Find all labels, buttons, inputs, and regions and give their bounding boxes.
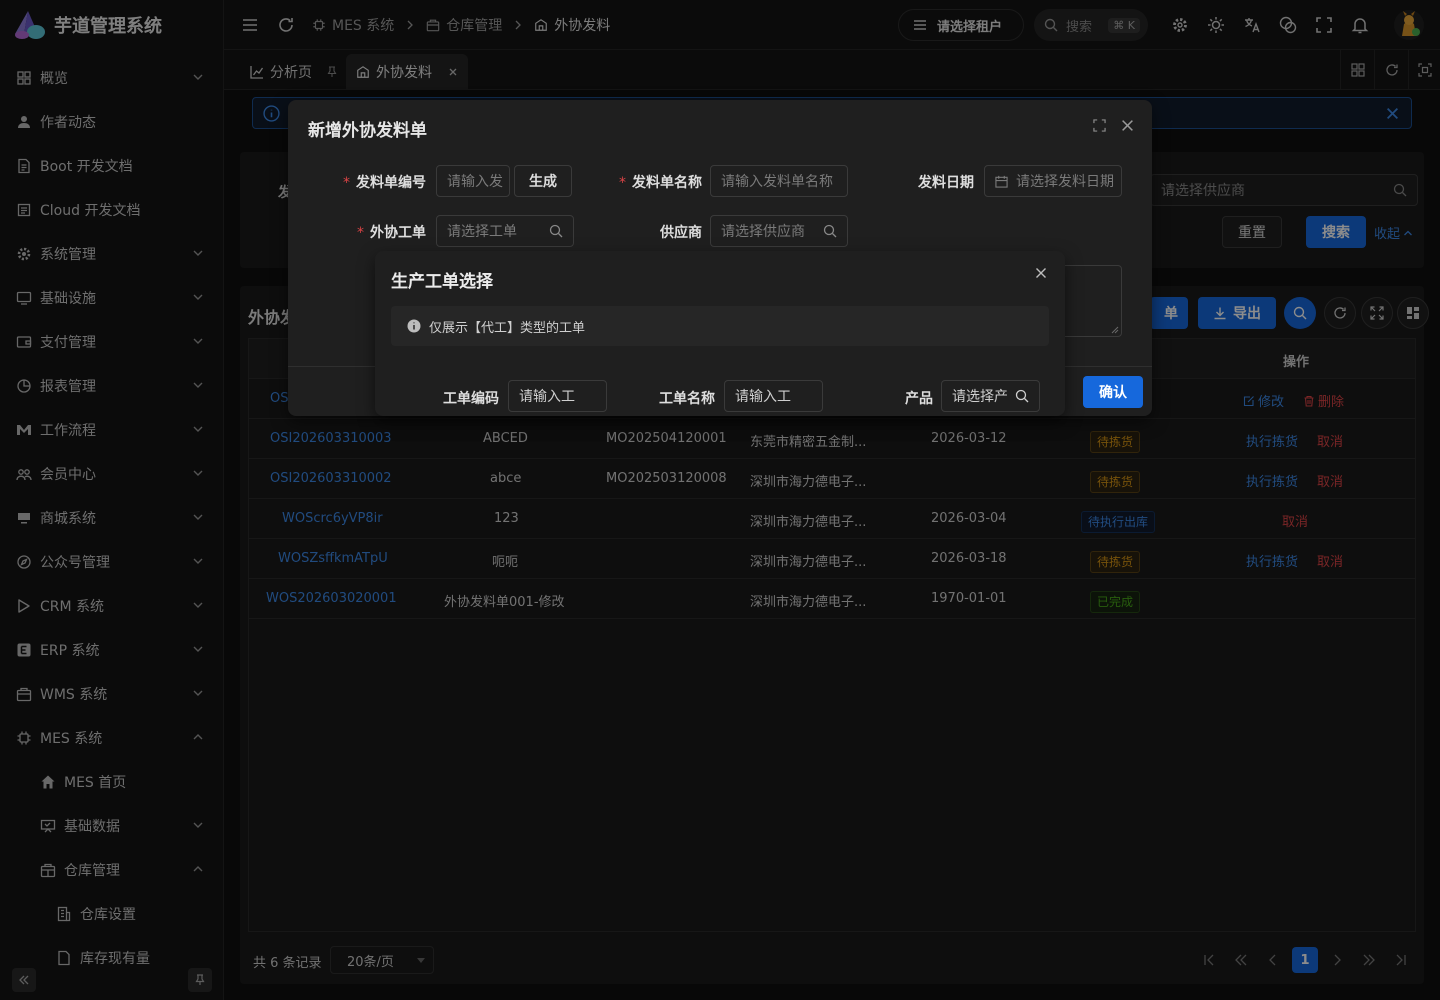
code-label: 发料单编号	[356, 175, 426, 191]
confirm-label: 确认	[1099, 385, 1127, 401]
wo-code-input[interactable]: 请输入工	[508, 380, 607, 412]
search-icon	[1015, 389, 1029, 403]
code-input[interactable]: 请输入发	[436, 165, 510, 197]
supplier-select[interactable]: 请选择供应商	[710, 215, 848, 247]
wo-code-label: 工单编码	[443, 391, 499, 407]
close-icon[interactable]	[1035, 267, 1047, 279]
field-label: 工单编码	[431, 388, 499, 408]
generate-label: 生成	[529, 174, 557, 190]
field-label: 供应商	[610, 222, 702, 242]
code-placeholder: 请输入发	[447, 174, 503, 190]
modal-title: 新增外协发料单	[308, 121, 427, 141]
field-label: 发料日期	[904, 172, 974, 192]
work-order-select[interactable]: 请选择工单	[436, 215, 574, 247]
field-label: * 发料单名称	[619, 175, 702, 191]
supplier-label: 供应商	[660, 225, 702, 241]
close-icon[interactable]	[1121, 119, 1134, 132]
search-icon	[823, 224, 837, 238]
date-placeholder: 请选择发料日期	[1016, 174, 1114, 190]
field-label: * 发料单编号	[343, 175, 426, 191]
wo-label: 外协工单	[370, 225, 426, 241]
date-input[interactable]: 请选择发料日期	[984, 165, 1122, 197]
field-label: 工单名称	[647, 388, 715, 408]
info-text: 仅展示【代工】类型的工单	[429, 320, 586, 336]
work-order-select-modal: 生产工单选择 仅展示【代工】类型的工单 工单编码 请输入工 工单名称 请输入工 …	[375, 251, 1065, 416]
confirm-button[interactable]: 确认	[1083, 376, 1143, 408]
wo-name-input[interactable]: 请输入工	[724, 380, 823, 412]
wo-code-placeholder: 请输入工	[519, 389, 575, 405]
name-input[interactable]: 请输入发料单名称	[710, 165, 848, 197]
wo-name-label: 工单名称	[659, 391, 715, 407]
product-label: 产品	[905, 391, 933, 407]
field-label: 产品	[885, 388, 933, 408]
info-alert: 仅展示【代工】类型的工单	[391, 306, 1049, 346]
maximize-icon[interactable]	[1093, 119, 1106, 132]
supplier-placeholder: 请选择供应商	[721, 224, 805, 240]
calendar-icon	[995, 175, 1008, 188]
name-label: 发料单名称	[632, 175, 702, 191]
resize-handle-icon[interactable]	[1111, 326, 1119, 334]
wo-name-placeholder: 请输入工	[735, 389, 791, 405]
modal-title: 生产工单选择	[391, 272, 493, 292]
wo-placeholder: 请选择工单	[447, 224, 517, 240]
product-placeholder: 请选择产	[952, 389, 1008, 405]
info-icon	[407, 319, 421, 333]
date-label: 发料日期	[918, 175, 974, 191]
search-icon	[549, 224, 563, 238]
generate-button[interactable]: 生成	[514, 165, 572, 197]
name-placeholder: 请输入发料单名称	[721, 174, 833, 190]
product-select[interactable]: 请选择产	[941, 380, 1040, 412]
field-label: * 外协工单	[357, 225, 426, 241]
